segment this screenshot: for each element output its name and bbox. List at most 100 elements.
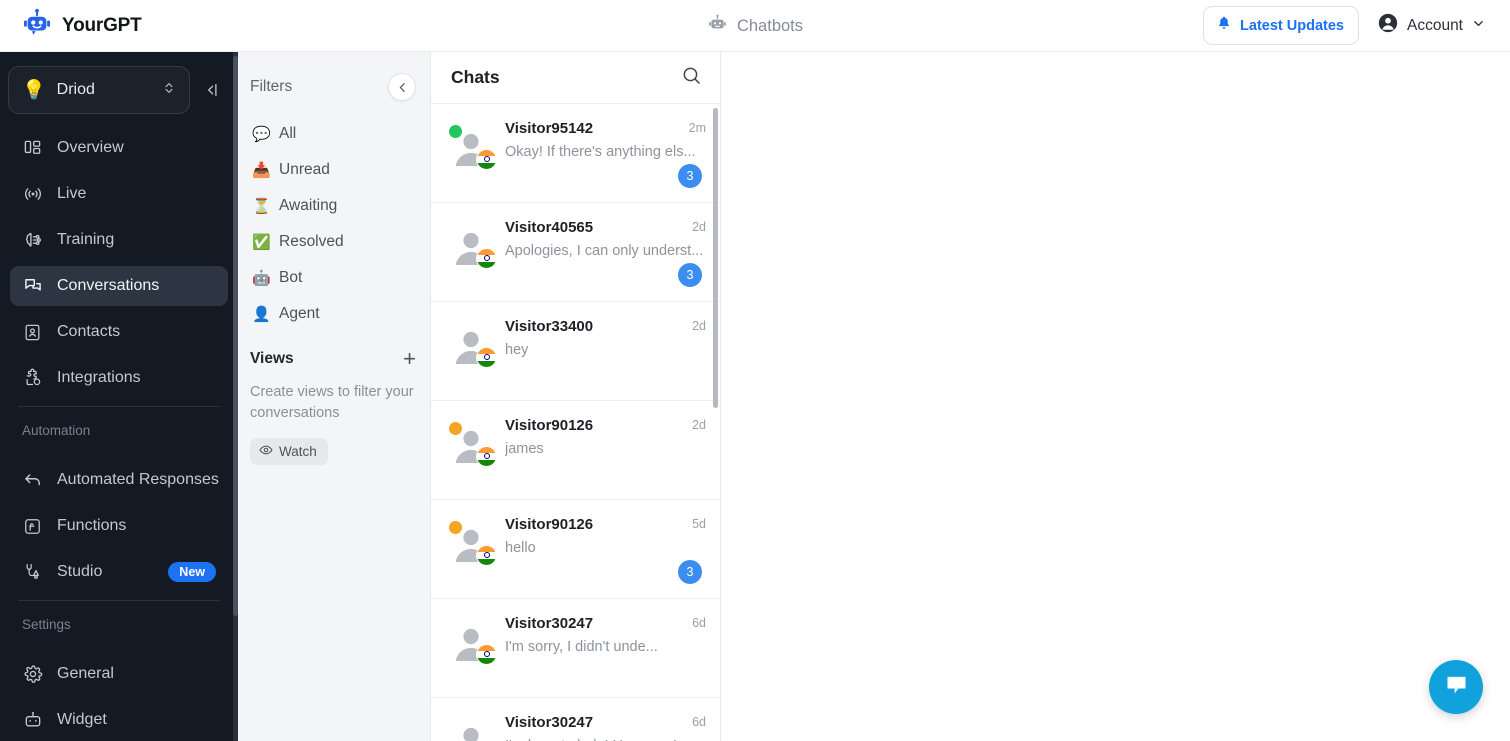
lightbulb-icon: 💡 <box>22 79 46 101</box>
search-icon[interactable] <box>681 65 702 91</box>
watch-button[interactable]: Watch <box>250 438 328 466</box>
header-actions: Latest Updates Account <box>1203 6 1510 45</box>
contact-card-icon <box>22 322 43 343</box>
sidebar-item-functions[interactable]: Functions <box>10 506 228 546</box>
sidebar-item-label: General <box>57 665 114 682</box>
chat-item-body: Visitor33400 2d hey <box>505 318 706 384</box>
chat-item-top: Visitor33400 2d <box>505 318 706 335</box>
sidebar-item-label: Overview <box>57 139 124 156</box>
chat-list-item[interactable]: Visitor90126 2d james <box>431 401 720 500</box>
account-button[interactable]: Account <box>1373 6 1490 45</box>
studio-icon <box>22 562 43 583</box>
filter-item-unread[interactable]: 📥 Unread <box>238 152 430 188</box>
brand[interactable]: YourGPT <box>0 8 238 43</box>
watch-label: Watch <box>279 444 317 460</box>
bottom-strip <box>721 737 1510 741</box>
views-title: Views <box>250 350 294 367</box>
filter-item-bot[interactable]: 🤖 Bot <box>238 260 430 296</box>
chat-rows: Visitor95142 2m Okay! If there's anything … <box>431 104 720 741</box>
unread-badge: 3 <box>678 164 702 188</box>
filter-label: Agent <box>279 305 320 322</box>
status-dot <box>449 422 462 435</box>
account-label: Account <box>1406 16 1463 34</box>
filter-item-awaiting[interactable]: ⏳ Awaiting <box>238 188 430 224</box>
sidebar-item-label: Training <box>57 231 115 248</box>
visitor-name: Visitor90126 <box>505 516 594 533</box>
gear-icon <box>22 664 43 685</box>
sidebar-scrollbar[interactable] <box>233 56 238 616</box>
chat-item-body: Visitor40565 2d Apologies, I can only unde… <box>505 219 706 285</box>
filter-item-all[interactable]: 💬 All <box>238 116 430 152</box>
sidebar-item-label: Studio <box>57 563 103 580</box>
timestamp: 2d <box>692 418 706 432</box>
chat-list-item[interactable]: Visitor90126 5d hello 3 <box>431 500 720 599</box>
avatar <box>449 521 497 566</box>
chat-list-item[interactable]: Visitor33400 2d hey <box>431 302 720 401</box>
filter-label: Bot <box>279 269 303 286</box>
filter-item-agent[interactable]: 👤 Agent <box>238 296 430 332</box>
avatar <box>449 621 497 665</box>
chatbots-label[interactable]: Chatbots <box>737 17 803 36</box>
person-emoji-icon: 👤 <box>252 306 271 323</box>
chat-list-item[interactable]: Visitor30247 6d I'm sorry, I didn't unde..… <box>431 599 720 698</box>
chat-widget-launcher-button[interactable] <box>1429 660 1483 714</box>
filters-header: Filters <box>238 70 430 104</box>
filters-collapse-button[interactable] <box>388 73 416 101</box>
views-description: Create views to filter your conversation… <box>250 384 414 422</box>
filter-label: Awaiting <box>279 197 338 214</box>
chat-list-item[interactable]: Visitor40565 2d Apologies, I can only unde… <box>431 203 720 302</box>
plus-icon[interactable]: + <box>403 348 416 370</box>
sidebar-item-integrations[interactable]: Integrations <box>10 358 228 398</box>
sidebar-collapse-button[interactable] <box>198 77 224 103</box>
chat-list-item[interactable]: Visitor95142 2m Okay! If there's anything … <box>431 104 720 203</box>
unread-badge: 3 <box>678 263 702 287</box>
sidebar-item-studio[interactable]: Studio New <box>10 552 228 592</box>
chat-item-body: Visitor90126 5d hello <box>505 516 706 582</box>
visitor-name: Visitor95142 <box>505 120 594 137</box>
filter-item-resolved[interactable]: ✅ Resolved <box>238 224 430 260</box>
india-flag-icon <box>476 347 497 368</box>
chat-bubble-icon <box>1443 671 1470 703</box>
chats-title: Chats <box>451 67 500 87</box>
inbox-tray-icon: 📥 <box>252 162 271 179</box>
robot-icon <box>707 13 728 39</box>
sidebar-section-settings: Settings <box>22 617 71 632</box>
filters-title: Filters <box>250 78 293 95</box>
bell-icon <box>1216 15 1232 36</box>
latest-updates-label: Latest Updates <box>1240 17 1344 34</box>
sidebar-item-label: Functions <box>57 517 127 534</box>
person-placeholder-icon <box>463 727 479 741</box>
sidebar-item-general[interactable]: General <box>10 654 228 694</box>
chat-item-top: Visitor95142 2m <box>505 120 706 137</box>
status-dot <box>449 125 462 138</box>
sidebar-item-overview[interactable]: Overview <box>10 128 228 168</box>
top-header: YourGPT Chatbots Latest Updates Account <box>0 0 1510 52</box>
chat-list-scrollbar[interactable] <box>713 108 718 408</box>
check-mark-icon: ✅ <box>252 234 271 251</box>
visitor-name: Visitor33400 <box>505 318 594 335</box>
sidebar-item-label: Integrations <box>57 369 141 386</box>
sidebar-item-widget[interactable]: Widget <box>10 700 228 740</box>
latest-updates-button[interactable]: Latest Updates <box>1203 6 1359 45</box>
project-name: Driod <box>56 81 95 98</box>
chat-list-item[interactable]: Visitor302476dI'm here to help! How can … <box>431 698 720 741</box>
sidebar-item-training[interactable]: Training <box>10 220 228 260</box>
filter-label: Unread <box>279 161 330 178</box>
status-dot <box>449 521 462 534</box>
india-flag-icon <box>476 644 497 665</box>
sidebar-item-conversations[interactable]: Conversations <box>10 266 228 306</box>
avatar <box>449 324 497 368</box>
sidebar-item-live[interactable]: Live <box>10 174 228 214</box>
brain-icon <box>22 230 43 251</box>
project-selector[interactable]: 💡 Driod <box>8 66 190 114</box>
filters-panel: Filters 💬 All 📥 Unread ⏳ Awaiting ✅ Reso… <box>238 52 431 741</box>
sidebar-item-automated-responses[interactable]: Automated Responses <box>10 460 228 500</box>
dashboard-icon <box>22 138 43 159</box>
sidebar-item-label: Automated Responses <box>57 471 219 488</box>
visitor-name: Visitor30247 <box>505 714 594 731</box>
avatar <box>449 125 497 170</box>
chat-list-panel: Chats Visitor95142 2m Okay! If there's any… <box>431 52 721 741</box>
filter-list: 💬 All 📥 Unread ⏳ Awaiting ✅ Resolved 🤖 B… <box>238 116 430 332</box>
sidebar-item-contacts[interactable]: Contacts <box>10 312 228 352</box>
body-row: 💡 Driod Overview Live Training Conversat… <box>0 52 1510 741</box>
